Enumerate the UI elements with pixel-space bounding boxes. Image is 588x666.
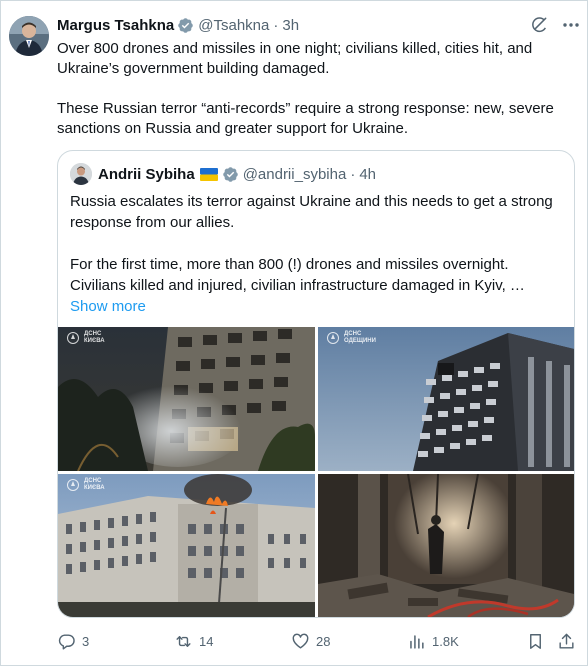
- quoted-post-time: 4h: [359, 165, 376, 183]
- show-more-link[interactable]: Show more: [70, 298, 146, 315]
- verified-badge-icon: [177, 17, 194, 34]
- watermark-text: ДСНС ОДЕЩИНИ: [344, 331, 376, 344]
- reply-count: 3: [82, 633, 90, 649]
- dsns-emblem-icon: [66, 331, 80, 345]
- dsns-emblem-icon: [326, 331, 340, 345]
- quoted-post[interactable]: Andrii Sybiha @andrii_sybiha · 4h Russia…: [57, 150, 575, 618]
- quoted-header: Andrii Sybiha @andrii_sybiha · 4h: [70, 162, 376, 186]
- repost-count: 14: [199, 633, 214, 649]
- views-chart-icon: [410, 634, 424, 649]
- verified-badge-icon: [222, 166, 239, 183]
- reply-button[interactable]: 3: [57, 627, 89, 655]
- quoted-paragraph: Russia escalates its terror against Ukra…: [70, 193, 553, 231]
- grok-icon[interactable]: [529, 15, 549, 35]
- like-count: 28: [316, 633, 331, 649]
- repost-button[interactable]: 14: [174, 627, 213, 655]
- quoted-paragraph: For the first time, more than 800 (!) dr…: [70, 254, 560, 317]
- quoted-author-name: Andrii Sybiha: [98, 165, 195, 183]
- post-paragraph: These Russian terror “anti-records” requ…: [57, 100, 554, 137]
- author-header: Margus Tsahkna @Tsahkna · 3h: [57, 14, 299, 36]
- views-count: 1.8K: [432, 633, 459, 649]
- quoted-text: Russia escalates its terror against Ukra…: [70, 191, 560, 317]
- watermark-dsns-kyiv: ДСНС КИЄВА: [66, 331, 105, 345]
- photo-damaged-highrise[interactable]: ДСНС ОДЕЩИНИ: [318, 327, 574, 471]
- post-text: Over 800 drones and missiles in one nigh…: [57, 39, 572, 139]
- author-handle[interactable]: @Tsahkna: [198, 17, 269, 34]
- post-paragraph: Over 800 drones and missiles in one nigh…: [57, 40, 533, 77]
- more-options-icon[interactable]: [561, 17, 581, 33]
- author-name[interactable]: Margus Tsahkna: [57, 17, 174, 34]
- quoted-paragraph-text: For the first time, more than 800 (!) dr…: [70, 256, 525, 294]
- share-icon: [559, 633, 574, 649]
- bookmark-icon: [530, 633, 541, 649]
- post-time[interactable]: 3h: [282, 17, 299, 34]
- action-bar: 3 14 28 1.8K: [0, 627, 588, 655]
- views-button[interactable]: 1.8K: [407, 627, 459, 655]
- quoted-avatar: [70, 163, 92, 185]
- like-button[interactable]: 28: [291, 627, 330, 655]
- photo-destroyed-interior[interactable]: [318, 474, 574, 617]
- separator-dot: ·: [273, 16, 279, 34]
- watermark-text: ДСНС КИЄВА: [84, 331, 105, 344]
- quoted-author-handle: @andrii_sybiha: [242, 165, 347, 183]
- heart-icon: [292, 633, 309, 649]
- separator-dot: ·: [350, 165, 356, 183]
- watermark-dsns-kyiv: ДСНС КИЄВА: [66, 478, 105, 492]
- photo-government-building[interactable]: ДСНС КИЄВА: [58, 474, 315, 617]
- author-avatar[interactable]: [9, 16, 49, 56]
- repost-icon: [176, 635, 191, 647]
- watermark-dsns-odesa: ДСНС ОДЕЩИНИ: [326, 331, 376, 345]
- bookmark-button[interactable]: [526, 627, 545, 655]
- dsns-emblem-icon: [66, 478, 80, 492]
- reply-icon: [58, 633, 75, 649]
- photo-burning-apartment[interactable]: ДСНС КИЄВА: [58, 327, 315, 471]
- photo-grid: ДСНС КИЄВА ДСНС ОДЕЩИНИ ДСНС КИЄВА: [58, 327, 574, 617]
- share-button[interactable]: [557, 627, 576, 655]
- ukraine-flag-icon: [199, 167, 218, 181]
- watermark-text: ДСНС КИЄВА: [84, 478, 105, 491]
